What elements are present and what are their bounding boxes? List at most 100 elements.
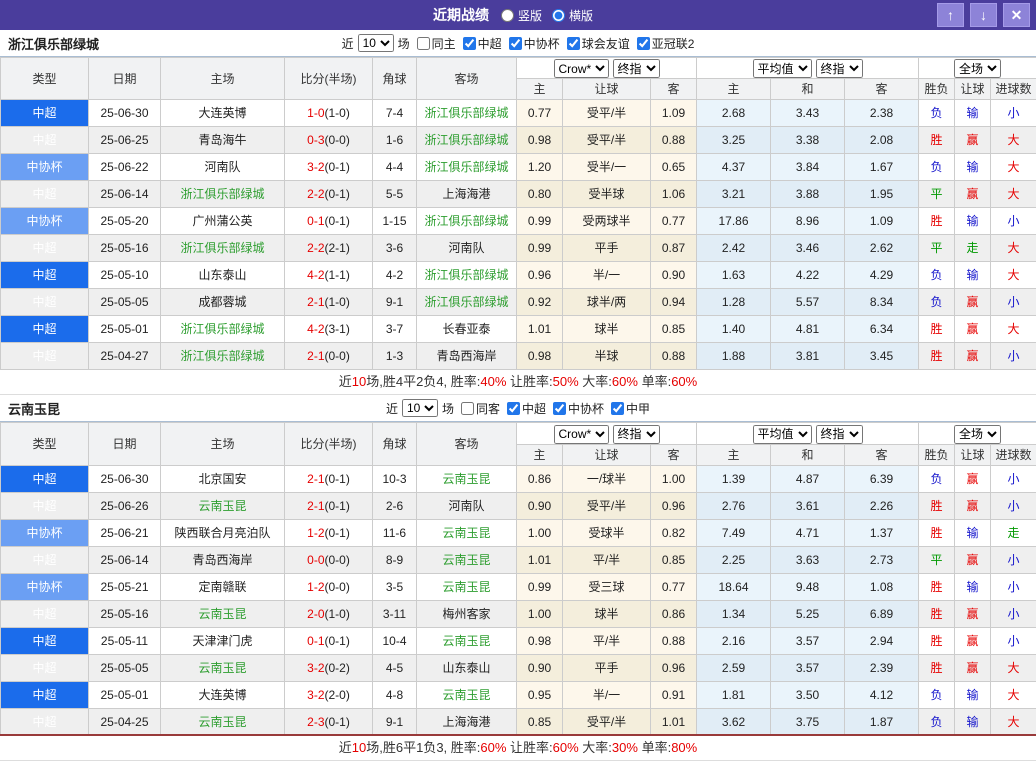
crow-away-odds: 0.85 xyxy=(651,546,697,573)
crow-handicap: 受半/一 xyxy=(563,154,651,181)
result-handicap: 输 xyxy=(955,681,991,708)
match-date-cell: 25-06-21 xyxy=(89,519,161,546)
result-handicap: 赢 xyxy=(955,127,991,154)
team-filter-row: 云南玉昆 近10场同客中超中协杯中甲 xyxy=(0,395,1036,422)
league-filter-option[interactable]: 中超 xyxy=(500,400,546,417)
match-date-cell: 25-06-14 xyxy=(89,546,161,573)
move-up-button[interactable]: ↑ xyxy=(937,3,964,27)
view-mode-option[interactable]: 横版 xyxy=(552,7,593,24)
crow-home-odds: 1.01 xyxy=(517,316,563,343)
league-filter-option[interactable]: 中超 xyxy=(456,35,502,52)
avg-draw-odds: 3.81 xyxy=(771,343,845,370)
league-filter-label: 中甲 xyxy=(626,400,650,417)
home-team-cell: 山东泰山 xyxy=(161,262,285,289)
crow-away-odds: 1.00 xyxy=(651,465,697,492)
league-filter-option[interactable]: 同主 xyxy=(410,35,456,52)
avg-source-select[interactable]: 平均值 xyxy=(753,425,812,444)
league-filter-option[interactable]: 球会友谊 xyxy=(560,35,630,52)
league-filter-option[interactable]: 中协杯 xyxy=(502,35,560,52)
result-winloss: 胜 xyxy=(919,600,955,627)
odds-time-select[interactable]: 终指 xyxy=(613,425,660,444)
league-filter-checkbox[interactable] xyxy=(637,37,650,50)
result-scope-header: 全场 xyxy=(919,423,1036,444)
fulltime-score: 0-0 xyxy=(307,553,324,567)
avg-time-select[interactable]: 终指 xyxy=(816,59,863,78)
crow-handicap: 平/半 xyxy=(563,627,651,654)
fulltime-score: 3-2 xyxy=(307,661,324,675)
view-mode-radio[interactable] xyxy=(501,9,514,22)
view-mode-option[interactable]: 竖版 xyxy=(501,7,542,24)
match-row: 中超25-05-16云南玉昆2-0(1-0)3-11梅州客家1.00球半0.86… xyxy=(1,600,1036,627)
avg-draw-odds: 4.22 xyxy=(771,262,845,289)
scope-select[interactable]: 全场 xyxy=(954,425,1001,444)
result-winloss: 负 xyxy=(919,289,955,316)
close-button[interactable]: ✕ xyxy=(1003,3,1030,27)
home-team-cell: 成都蓉城 xyxy=(161,289,285,316)
crow-away-odds: 0.94 xyxy=(651,289,697,316)
result-handicap: 赢 xyxy=(955,654,991,681)
halftime-score: (0-1) xyxy=(325,634,350,648)
match-row: 中协杯25-06-21陕西联合月亮泊队1-2(0-1)11-6云南玉昆1.00受… xyxy=(1,519,1036,546)
recent-count-select[interactable]: 10 xyxy=(402,399,438,417)
titlebar-buttons: ↑ ↓ ✕ xyxy=(937,3,1030,27)
match-date-cell: 25-06-25 xyxy=(89,127,161,154)
view-mode-radio[interactable] xyxy=(552,9,565,22)
crow-home-odds: 0.80 xyxy=(517,181,563,208)
home-team-cell: 浙江俱乐部绿城 xyxy=(161,181,285,208)
move-down-button[interactable]: ↓ xyxy=(970,3,997,27)
league-filter-option[interactable]: 中甲 xyxy=(604,400,650,417)
league-filter-checkbox[interactable] xyxy=(567,37,580,50)
avg-away-odds: 2.73 xyxy=(845,546,919,573)
home-team-cell: 定南赣联 xyxy=(161,573,285,600)
match-row: 中超25-06-30北京国安2-1(0-1)10-3云南玉昆0.86一/球半1.… xyxy=(1,465,1036,492)
col-type: 类型 xyxy=(1,423,89,465)
league-filter-option[interactable]: 中协杯 xyxy=(546,400,604,417)
league-filter-checkbox[interactable] xyxy=(463,37,476,50)
result-winloss: 胜 xyxy=(919,654,955,681)
match-type-cell: 中超 xyxy=(1,316,89,343)
crow-handicap: 球半 xyxy=(563,316,651,343)
odds-time-select[interactable]: 终指 xyxy=(613,59,660,78)
avg-odds-header: 平均值终指 xyxy=(697,423,919,444)
scope-select[interactable]: 全场 xyxy=(954,59,1001,78)
home-team-cell: 云南玉昆 xyxy=(161,708,285,735)
score-cell: 2-2(0-1) xyxy=(285,181,373,208)
crow-handicap: 受平/半 xyxy=(563,708,651,735)
league-filter-checkbox[interactable] xyxy=(509,37,522,50)
crow-handicap: 半/一 xyxy=(563,681,651,708)
col-goals: 进球数 xyxy=(991,444,1036,465)
crow-away-odds: 0.77 xyxy=(651,573,697,600)
recent-count-select[interactable]: 10 xyxy=(358,34,394,52)
match-row: 中超25-06-30大连英博1-0(1-0)7-4浙江俱乐部绿城0.77受平/半… xyxy=(1,100,1036,127)
league-filter-checkbox[interactable] xyxy=(611,402,624,415)
fulltime-score: 1-2 xyxy=(307,526,324,540)
summary-line: 近10场,胜4平2负4, 胜率:40% 让胜率:50% 大率:60% 单率:60… xyxy=(0,370,1036,395)
home-team-cell: 浙江俱乐部绿城 xyxy=(161,316,285,343)
league-filter-checkbox[interactable] xyxy=(461,402,474,415)
crow-away-odds: 0.88 xyxy=(651,127,697,154)
league-filter-option[interactable]: 亚冠联2 xyxy=(630,35,695,52)
summary-segment: 60% xyxy=(612,374,638,389)
odds-company-select[interactable]: Crow* xyxy=(554,425,609,444)
corner-cell: 9-1 xyxy=(373,708,417,735)
match-type-cell: 中超 xyxy=(1,654,89,681)
league-filter-checkbox[interactable] xyxy=(507,402,520,415)
home-team-cell: 天津津门虎 xyxy=(161,627,285,654)
fulltime-score: 0-1 xyxy=(307,634,324,648)
league-filter-option[interactable]: 同客 xyxy=(454,400,500,417)
result-handicap: 输 xyxy=(955,262,991,289)
league-filter-checkbox[interactable] xyxy=(417,37,430,50)
avg-time-select[interactable]: 终指 xyxy=(816,425,863,444)
avg-source-select[interactable]: 平均值 xyxy=(753,59,812,78)
away-team-cell: 云南玉昆 xyxy=(417,546,517,573)
result-winloss: 负 xyxy=(919,262,955,289)
halftime-score: (0-1) xyxy=(325,214,350,228)
crow-away-odds: 0.88 xyxy=(651,343,697,370)
summary-segment: 10 xyxy=(352,740,366,755)
league-filter-checkbox[interactable] xyxy=(553,402,566,415)
corner-cell: 1-6 xyxy=(373,127,417,154)
odds-company-select[interactable]: Crow* xyxy=(554,59,609,78)
avg-draw-odds: 5.25 xyxy=(771,600,845,627)
match-row: 中超25-05-01大连英博3-2(2-0)4-8云南玉昆0.95半/一0.91… xyxy=(1,681,1036,708)
score-cell: 1-0(1-0) xyxy=(285,100,373,127)
